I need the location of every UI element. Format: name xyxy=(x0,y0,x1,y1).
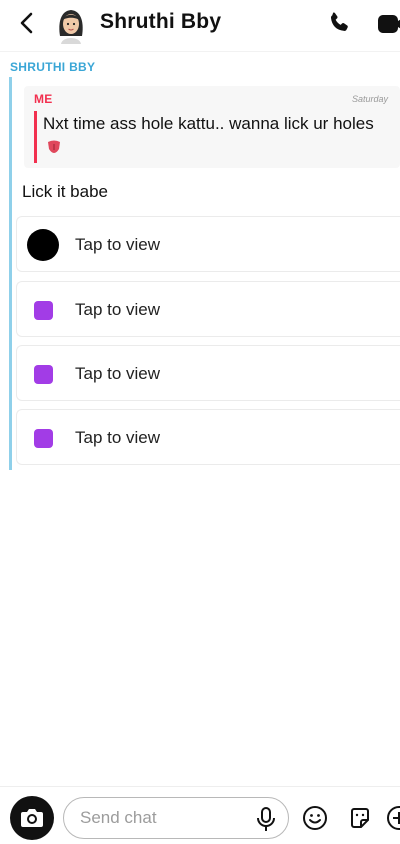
emoji-button[interactable] xyxy=(302,805,328,831)
back-button[interactable] xyxy=(12,8,42,38)
snap-label: Tap to view xyxy=(75,300,161,319)
snap-photo-icon xyxy=(34,301,53,320)
avatar[interactable] xyxy=(54,6,88,44)
video-call-button[interactable] xyxy=(376,13,400,35)
snap-item[interactable]: Tap to view xyxy=(16,345,400,401)
snap-label: Tap to view xyxy=(75,235,161,254)
quoted-author: ME xyxy=(34,92,53,106)
snap-label: Tap to view xyxy=(75,428,161,447)
chat-message: Lick it babe xyxy=(22,182,108,201)
snap-photo-icon xyxy=(34,429,53,448)
voice-call-button[interactable] xyxy=(326,10,352,36)
thread-indicator-bar xyxy=(9,77,12,470)
smiley-icon xyxy=(303,806,327,830)
stickers-button[interactable] xyxy=(347,805,373,831)
quoted-timestamp: Saturday xyxy=(352,94,389,104)
video-camera-icon xyxy=(378,15,400,33)
microphone-icon xyxy=(257,807,275,831)
quoted-accent-bar xyxy=(34,111,37,163)
header-divider xyxy=(0,51,400,52)
snap-label: Tap to view xyxy=(75,364,161,383)
sticker-icon xyxy=(351,808,369,828)
snap-photo-icon xyxy=(34,365,53,384)
sender-label: SHRUTHI BBY xyxy=(10,60,96,74)
composer-divider xyxy=(0,786,400,787)
snap-video-icon xyxy=(27,229,59,261)
chat-screen: Shruthi Bby SHRUTHI BBY ME Saturday Nxt … xyxy=(0,0,400,844)
chat-input-container xyxy=(63,797,289,839)
quoted-message-text: Nxt time ass hole kattu.. wanna lick ur … xyxy=(43,114,374,133)
camera-icon xyxy=(21,809,43,827)
snap-item[interactable]: Tap to view xyxy=(16,281,400,337)
send-chat-input[interactable] xyxy=(80,798,250,837)
quoted-message: Nxt time ass hole kattu.. wanna lick ur … xyxy=(43,111,383,161)
plus-circle-icon xyxy=(387,806,400,830)
phone-icon xyxy=(330,12,348,31)
tongue-emoji-icon xyxy=(48,140,60,153)
camera-button[interactable] xyxy=(10,796,54,840)
contact-name[interactable]: Shruthi Bby xyxy=(100,10,221,34)
bitmoji-avatar-icon xyxy=(59,10,83,44)
chevron-left-icon xyxy=(20,12,33,34)
voice-note-button[interactable] xyxy=(254,806,278,832)
more-options-button[interactable] xyxy=(386,805,400,831)
snap-item[interactable]: Tap to view xyxy=(16,409,400,465)
snap-item[interactable]: Tap to view xyxy=(16,216,400,272)
chat-header: Shruthi Bby xyxy=(0,0,400,50)
